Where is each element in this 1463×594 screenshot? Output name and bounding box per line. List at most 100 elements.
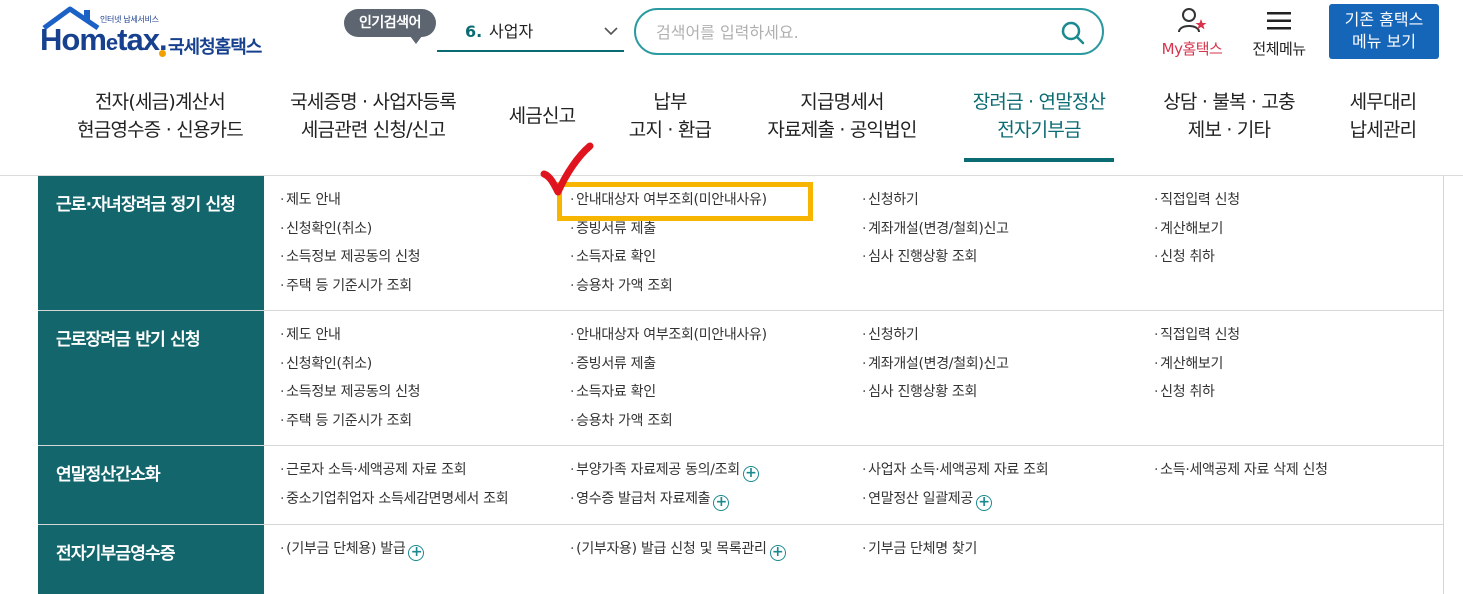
- gnb-item-line2: 제보 · 기타: [1187, 119, 1271, 141]
- gnb-item-line1: 지급명세서: [800, 91, 884, 113]
- menu-link[interactable]: 소득·세액공제 자료 삭제 신청: [1154, 461, 1328, 479]
- menu-link[interactable]: 제도 안내: [280, 191, 341, 209]
- menu-link[interactable]: 계좌개설(변경/철회)신고: [862, 355, 1009, 373]
- gnb-item-line1: 전자(세금)계산서: [95, 91, 226, 113]
- gnb-item-line2: 현금영수증 · 신용카드: [77, 119, 244, 141]
- popular-search-badge: 인기검색어: [344, 9, 436, 44]
- classic-menu-button[interactable]: 기존 홈택스 메뉴 보기: [1329, 4, 1439, 59]
- classic-menu-line2: 메뉴 보기: [1352, 32, 1416, 51]
- gnb-payment[interactable]: 납부 고지 · 환급: [620, 88, 720, 162]
- all-menu-label: 전체메뉴: [1252, 40, 1306, 58]
- red-checkmark-icon: [540, 142, 594, 196]
- section-title: 근로·자녀장려금 정기 신청: [38, 176, 264, 310]
- menu-link[interactable]: 안내대상자 여부조회(미안내사유): [570, 326, 767, 344]
- menu-link[interactable]: 심사 진행상황 조회: [862, 383, 977, 401]
- menu-link[interactable]: 계산해보기: [1154, 355, 1223, 373]
- menu-link[interactable]: 제도 안내: [280, 326, 341, 344]
- plus-circle-icon[interactable]: +: [975, 495, 992, 511]
- section-title: 연말정산간소화: [38, 446, 264, 524]
- menu-link[interactable]: 기부금 단체명 찾기: [862, 540, 977, 558]
- menu-link[interactable]: 신청 취하: [1154, 248, 1215, 266]
- menu-link[interactable]: 부양가족 자료제공 동의/조회+: [570, 461, 759, 482]
- classic-menu-line1: 기존 홈택스: [1344, 10, 1424, 29]
- hometax-logo[interactable]: 인터넷 납세서비스 Hometax. 국세청홈택스: [38, 6, 278, 64]
- hamburger-menu-icon: [1267, 12, 1291, 30]
- menu-link[interactable]: 소득자료 확인: [570, 248, 656, 266]
- section-donation-receipt: 전자기부금영수증 (기부금 단체용) 발급+ (기부자용) 발급 신청 및 목록…: [38, 525, 1444, 594]
- logo-korean-name: 국세청홈택스: [168, 37, 262, 58]
- site-header: 인터넷 납세서비스 Hometax. 국세청홈택스 인기검색어 6. 사업자 M…: [0, 0, 1463, 70]
- gnb-item-line1: 납부: [653, 91, 687, 113]
- menu-link[interactable]: 계좌개설(변경/철회)신고: [862, 220, 1009, 238]
- gnb-item-line1: 세금신고: [508, 105, 577, 127]
- gnb-e-invoice[interactable]: 전자(세금)계산서 현금영수증 · 신용카드: [62, 88, 258, 162]
- menu-link[interactable]: 근로자 소득·세액공제 자료 조회: [280, 461, 466, 479]
- gnb-item-line2: 고지 · 환급: [628, 119, 712, 141]
- menu-link[interactable]: 승용차 가액 조회: [570, 412, 673, 430]
- plus-circle-icon[interactable]: +: [408, 545, 425, 561]
- menu-link[interactable]: 연말정산 일괄제공+: [862, 490, 992, 511]
- section-links: 근로자 소득·세액공제 자료 조회 중소기업취업자 소득세감면명세서 조회 부양…: [264, 446, 1444, 524]
- section-title: 근로장려금 반기 신청: [38, 311, 264, 445]
- menu-link[interactable]: 사업자 소득·세액공제 자료 조회: [862, 461, 1048, 479]
- menu-link[interactable]: 심사 진행상황 조회: [862, 248, 977, 266]
- section-links: (기부금 단체용) 발급+ (기부자용) 발급 신청 및 목록관리+ 기부금 단…: [264, 525, 1444, 594]
- gnb-consult[interactable]: 상담 · 불복 · 고충 제보 · 기타: [1150, 88, 1308, 162]
- logo-dot: [159, 50, 166, 57]
- gnb-item-line2: 세금관련 신청/신고: [300, 119, 446, 141]
- search-icon[interactable]: [1060, 20, 1086, 50]
- gnb-item-line1: 장려금 · 연말정산: [972, 91, 1106, 113]
- menu-link[interactable]: 승용차 가액 조회: [570, 277, 673, 295]
- gnb-payment-statement[interactable]: 지급명세서 자료제출 · 공익법인: [754, 88, 930, 162]
- gnb-tax-agent[interactable]: 세무대리 납세관리: [1340, 88, 1426, 162]
- popular-search-select[interactable]: 6. 사업자: [437, 12, 624, 52]
- gnb-item-line2: 자료제출 · 공익법인: [767, 119, 917, 141]
- section-links: 제도 안내 신청확인(취소) 소득정보 제공동의 신청 주택 등 기준시가 조회…: [264, 311, 1444, 445]
- plus-circle-icon[interactable]: +: [742, 466, 759, 482]
- menu-link[interactable]: 신청확인(취소): [280, 220, 372, 238]
- menu-link[interactable]: 소득정보 제공동의 신청: [280, 248, 420, 266]
- menu-link[interactable]: 증빙서류 제출: [570, 220, 656, 238]
- plus-circle-icon[interactable]: +: [713, 495, 730, 511]
- user-icon: [1178, 8, 1207, 33]
- menu-link[interactable]: 소득정보 제공동의 신청: [280, 383, 420, 401]
- search-input[interactable]: [656, 19, 1056, 45]
- menu-link[interactable]: 증빙서류 제출: [570, 355, 656, 373]
- chevron-down-icon: [602, 12, 620, 67]
- gnb-item-line2: 전자기부금: [997, 119, 1081, 141]
- menu-link[interactable]: 주택 등 기준시가 조회: [280, 277, 412, 295]
- menu-link[interactable]: (기부자용) 발급 신청 및 목록관리+: [570, 540, 786, 561]
- gnb-item-line2: 납세관리: [1349, 119, 1418, 141]
- menu-link[interactable]: 주택 등 기준시가 조회: [280, 412, 412, 430]
- section-links: 제도 안내 신청확인(취소) 소득정보 제공동의 신청 주택 등 기준시가 조회…: [264, 176, 1444, 310]
- menu-link[interactable]: 직접입력 신청: [1154, 326, 1240, 344]
- menu-link[interactable]: 신청확인(취소): [280, 355, 372, 373]
- gnb-item-line1: 세무대리: [1349, 91, 1418, 113]
- logo-wordmark: Hometax.: [40, 22, 168, 57]
- all-menu-button[interactable]: 전체메뉴: [1244, 6, 1314, 60]
- gnb-item-line1: 국세증명 · 사업자등록: [290, 91, 457, 113]
- mega-menu-panel: 근로·자녀장려금 정기 신청 제도 안내 신청확인(취소) 소득정보 제공동의 …: [38, 176, 1444, 594]
- menu-link[interactable]: 중소기업취업자 소득세감면명세서 조회: [280, 490, 508, 508]
- main-navigation: 전자(세금)계산서 현금영수증 · 신용카드 국세증명 · 사업자등록 세금관련…: [0, 88, 1463, 168]
- gnb-incentive-year-end[interactable]: 장려금 · 연말정산 전자기부금: [964, 88, 1114, 162]
- section-title: 전자기부금영수증: [38, 525, 264, 594]
- menu-link[interactable]: 소득자료 확인: [570, 383, 656, 401]
- menu-link[interactable]: 신청 취하: [1154, 383, 1215, 401]
- menu-link[interactable]: (기부금 단체용) 발급+: [280, 540, 425, 561]
- gnb-certificate[interactable]: 국세증명 · 사업자등록 세금관련 신청/신고: [276, 88, 470, 162]
- popular-rank: 6.: [465, 22, 483, 41]
- menu-link[interactable]: 영수증 발급처 자료제출+: [570, 490, 730, 511]
- menu-link[interactable]: 계산해보기: [1154, 220, 1223, 238]
- menu-link[interactable]: 직접입력 신청: [1154, 191, 1240, 209]
- my-hometax-button[interactable]: My홈택스: [1154, 6, 1230, 60]
- menu-link[interactable]: 신청하기: [862, 326, 919, 344]
- gnb-item-line1: 상담 · 불복 · 고충: [1163, 91, 1295, 113]
- popular-term: 사업자: [489, 22, 534, 41]
- menu-link[interactable]: 신청하기: [862, 191, 919, 209]
- search-bar: [634, 8, 1104, 55]
- my-hometax-label: My홈택스: [1161, 40, 1223, 58]
- plus-circle-icon[interactable]: +: [769, 545, 786, 561]
- section-semiannual-incentive: 근로장려금 반기 신청 제도 안내 신청확인(취소) 소득정보 제공동의 신청 …: [38, 311, 1444, 446]
- section-year-end-simplified: 연말정산간소화 근로자 소득·세액공제 자료 조회 중소기업취업자 소득세감면명…: [38, 446, 1444, 525]
